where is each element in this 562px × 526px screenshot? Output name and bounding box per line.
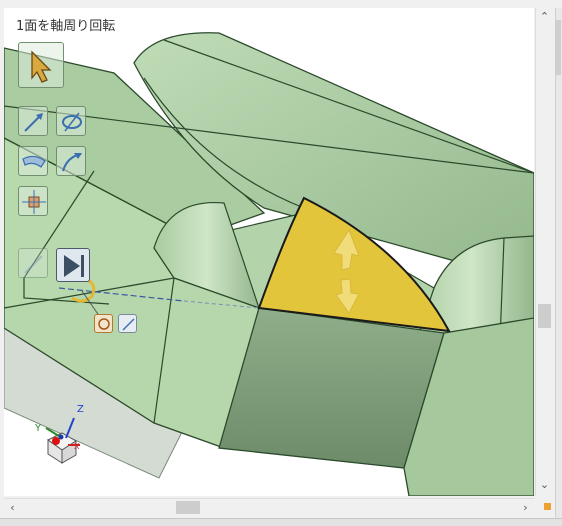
- direction-small-icon: [122, 318, 135, 331]
- pull-button-disabled: [18, 248, 48, 278]
- pull-disabled-icon: [24, 255, 43, 274]
- offset-face-button[interactable]: [18, 146, 48, 176]
- scale-box-icon: [22, 190, 46, 214]
- scroll-down-button[interactable]: ⌄: [536, 476, 553, 493]
- vertical-scroll-thumb[interactable]: [538, 304, 551, 328]
- select-tool-button[interactable]: [18, 42, 64, 88]
- scroll-right-button[interactable]: ›: [517, 499, 534, 516]
- front-dark-face: [218, 307, 445, 469]
- horizontal-scrollbar[interactable]: ‹ ›: [4, 498, 535, 516]
- triad-z-label: Z: [77, 404, 84, 415]
- resize-grip[interactable]: [544, 503, 551, 510]
- scale-button[interactable]: [18, 186, 48, 216]
- rotate-move-button[interactable]: [56, 106, 86, 136]
- select-arrow-icon: [31, 50, 52, 83]
- rotate-axis-small-button[interactable]: [94, 314, 113, 333]
- outer-scroll-thumb[interactable]: [556, 20, 561, 75]
- play-step-button[interactable]: [56, 248, 90, 282]
- outer-scrollbar[interactable]: [555, 8, 562, 525]
- rotate-move-icon: [62, 112, 82, 132]
- offset-face-icon: [22, 155, 46, 168]
- play-step-icon: [64, 255, 84, 277]
- rotate-axis-small-icon: [98, 318, 110, 330]
- curve-arrow-icon: [62, 153, 82, 172]
- scroll-up-button[interactable]: ⌃: [536, 8, 553, 25]
- vertical-scrollbar[interactable]: ⌃ ⌄: [535, 8, 553, 496]
- 3d-viewport[interactable]: Z Y X 1面を軸周り回転: [4, 8, 534, 496]
- direction-small-button[interactable]: [118, 314, 137, 333]
- linear-move-icon: [24, 113, 43, 132]
- viewport-title: 1面を軸周り回転: [16, 19, 116, 34]
- triad-x-label: X: [74, 442, 80, 451]
- triad-y-label: Y: [34, 423, 42, 434]
- curve-move-button[interactable]: [56, 146, 86, 176]
- linear-move-button[interactable]: [18, 106, 48, 136]
- scroll-left-button[interactable]: ‹: [4, 499, 21, 516]
- horizontal-scroll-thumb[interactable]: [176, 501, 200, 514]
